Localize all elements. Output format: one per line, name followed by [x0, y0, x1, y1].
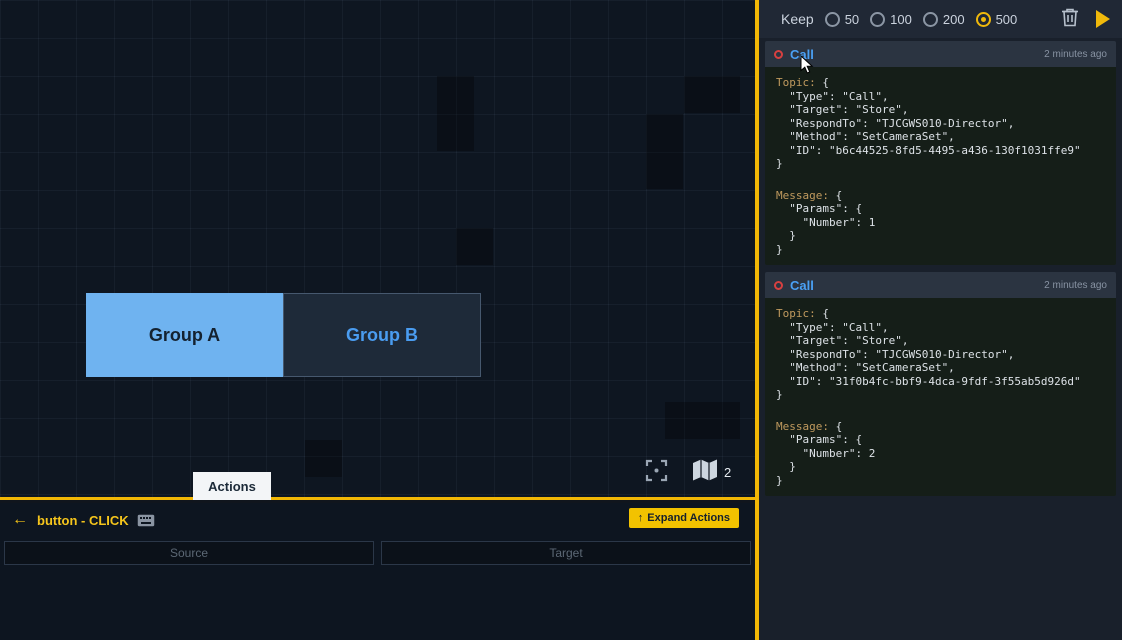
app-root: Group A Group B 2	[0, 0, 1122, 640]
keep-option-100[interactable]: 100	[870, 12, 912, 27]
source-input[interactable]	[4, 541, 374, 565]
action-title: button - CLICK	[37, 513, 129, 528]
keep-option-label: 500	[996, 12, 1018, 27]
keep-option-label: 100	[890, 12, 912, 27]
message-log-panel: Keep 50 100 200 500	[759, 0, 1122, 640]
mouse-cursor	[800, 55, 814, 80]
message-json: Message: { "Params": { "Number": 1 } }	[776, 189, 1105, 257]
map-count-badge: 2	[724, 465, 731, 480]
message-timestamp: 2 minutes ago	[1044, 49, 1107, 60]
play-button[interactable]	[1096, 10, 1110, 28]
fit-view-icon	[643, 457, 670, 489]
actions-tab-label: Actions	[208, 479, 256, 494]
grid-shade	[665, 402, 740, 439]
expand-actions-label: Expand Actions	[647, 512, 730, 524]
grid-canvas[interactable]: Group A Group B 2	[0, 0, 755, 500]
target-input[interactable]	[381, 541, 751, 565]
message-log-toolbar: Keep 50 100 200 500	[759, 0, 1122, 38]
grid-shade	[305, 440, 342, 477]
topic-json-text: { "Type": "Call", "Target": "Store", "Re…	[776, 76, 1081, 170]
message-list: Call 2 minutes ago Topic: { "Type": "Cal…	[759, 38, 1122, 499]
grid-shade	[684, 76, 740, 113]
topic-json-text: { "Type": "Call", "Target": "Store", "Re…	[776, 307, 1081, 401]
group-a-button[interactable]: Group A	[86, 293, 283, 377]
keep-option-500[interactable]: 500	[976, 12, 1018, 27]
action-editor-panel: ← button - CLICK ↑ Expand Actions	[0, 503, 755, 640]
keep-option-200[interactable]: 200	[923, 12, 965, 27]
action-io-row	[0, 541, 755, 565]
keyboard-icon	[137, 514, 155, 527]
radio-icon	[870, 12, 885, 27]
fit-view-button[interactable]	[643, 457, 670, 489]
group-a-label: Group A	[149, 325, 220, 346]
keep-option-label: 50	[845, 12, 859, 27]
topic-json: Topic: { "Type": "Call", "Target": "Stor…	[776, 76, 1105, 171]
trash-icon	[1061, 7, 1079, 32]
error-dot-icon	[774, 50, 783, 59]
grid-shade	[646, 114, 683, 189]
map-icon	[692, 458, 718, 487]
message-json: Message: { "Params": { "Number": 2 } }	[776, 420, 1105, 488]
expand-arrow-icon: ↑	[638, 512, 644, 524]
message-card-header[interactable]: Call 2 minutes ago	[765, 272, 1116, 298]
radio-icon	[825, 12, 840, 27]
keep-option-50[interactable]: 50	[825, 12, 859, 27]
error-dot-icon	[774, 281, 783, 290]
message-key: Message:	[776, 420, 829, 433]
message-card-header[interactable]: Call 2 minutes ago	[765, 41, 1116, 67]
radio-icon	[923, 12, 938, 27]
radio-selected-icon	[976, 12, 991, 27]
keep-option-label: 200	[943, 12, 965, 27]
message-key: Message:	[776, 189, 829, 202]
clear-messages-button[interactable]	[1061, 7, 1079, 32]
group-b-button[interactable]: Group B	[283, 293, 481, 377]
message-timestamp: 2 minutes ago	[1044, 280, 1107, 291]
action-editor-header: ← button - CLICK ↑ Expand Actions	[0, 503, 755, 537]
keep-label: Keep	[781, 11, 814, 27]
message-card-body: Topic: { "Type": "Call", "Target": "Stor…	[765, 67, 1116, 265]
map-toggle-button[interactable]: 2	[692, 458, 731, 487]
message-card: Call 2 minutes ago Topic: { "Type": "Cal…	[765, 41, 1116, 265]
group-b-label: Group B	[346, 325, 418, 346]
topic-key: Topic:	[776, 307, 816, 320]
message-type: Call	[790, 278, 814, 293]
message-card-body: Topic: { "Type": "Call", "Target": "Stor…	[765, 298, 1116, 496]
topic-json: Topic: { "Type": "Call", "Target": "Stor…	[776, 307, 1105, 402]
grid-shade	[437, 76, 474, 151]
actions-tab[interactable]: Actions	[193, 472, 271, 500]
back-button[interactable]: ←	[12, 511, 28, 529]
expand-actions-button[interactable]: ↑ Expand Actions	[629, 508, 739, 528]
message-card: Call 2 minutes ago Topic: { "Type": "Cal…	[765, 272, 1116, 496]
grid-shade	[456, 228, 493, 265]
